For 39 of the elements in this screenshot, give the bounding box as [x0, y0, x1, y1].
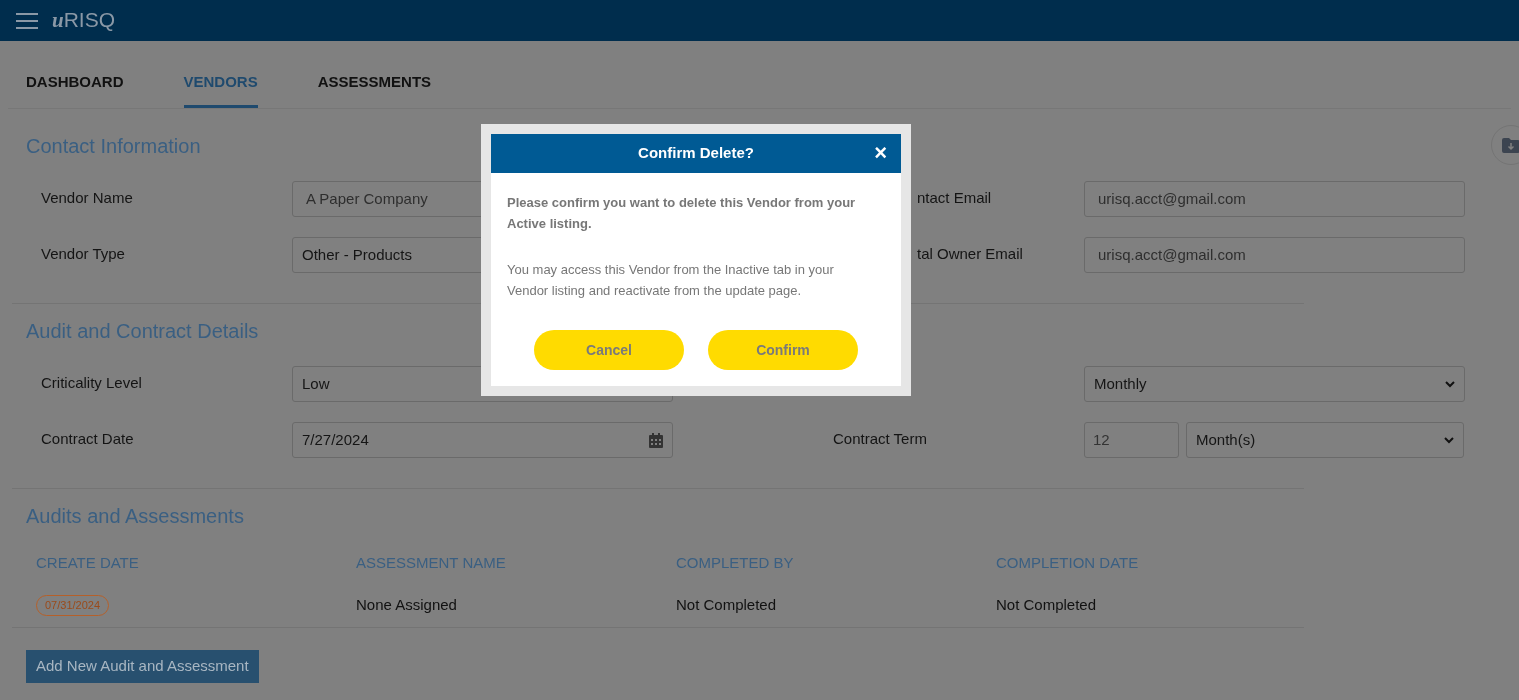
nav-tab[interactable]: ASSESSMENTS	[317, 70, 432, 108]
dialog-note: You may access this Vendor from the Inactive tab in your Vendor listing and reactivate from the update page.	[507, 261, 835, 300]
calendar-icon[interactable]	[649, 432, 663, 448]
date-field[interactable]: 7/27/2024	[292, 422, 673, 458]
dialog-button[interactable]: Cancel	[534, 330, 684, 370]
section-heading: Audit and Contract Details	[26, 319, 259, 344]
nav-tab[interactable]: VENDORS	[183, 70, 258, 108]
text-field[interactable]: urisq.acct@gmail.com	[1084, 237, 1465, 273]
field-label: ntact Email	[917, 189, 992, 206]
table-cell-text: Not Completed	[676, 595, 777, 616]
field-label: tal Owner Email	[917, 245, 1023, 262]
column-header: CREATE DATE	[36, 553, 139, 573]
field-label: Contract Date	[41, 430, 134, 447]
field-label: Vendor Name	[41, 189, 133, 206]
caret-icon	[1445, 380, 1455, 388]
column-header: COMPLETION DATE	[996, 553, 1139, 573]
section-heading: Contact Information	[26, 134, 201, 159]
app-logo: uRISQ	[52, 7, 116, 35]
text-field[interactable]: urisq.acct@gmail.com	[1084, 181, 1465, 217]
field-label: Criticality Level	[41, 374, 142, 391]
table-cell-text: Not Completed	[996, 595, 1097, 616]
field-label: Vendor Type	[41, 245, 125, 262]
dialog-button[interactable]: Confirm	[708, 330, 858, 370]
column-header: ASSESSMENT NAME	[356, 553, 506, 573]
table-cell-text: None Assigned	[356, 595, 457, 616]
menu-icon[interactable]	[16, 11, 38, 30]
nav-tab[interactable]: DASHBOARD	[26, 70, 124, 108]
folder-download-icon	[1502, 137, 1519, 153]
caret-icon	[1444, 436, 1454, 444]
dropdown[interactable]: Monthly	[1084, 366, 1465, 402]
section-heading: Audits and Assessments	[26, 504, 244, 529]
close-button[interactable]: ×	[874, 141, 887, 165]
dialog-message: Please confirm you want to delete this Vendor from your Active listing.	[507, 194, 857, 233]
dialog-title: Confirm Delete?	[638, 143, 754, 164]
dropdown[interactable]: Month(s)	[1186, 422, 1464, 458]
column-header: COMPLETED BY	[676, 553, 794, 573]
add-assessment-button[interactable]: Add New Audit and Assessment	[26, 650, 259, 683]
field-label: Contract Term	[833, 430, 927, 447]
number-field[interactable]: 12	[1084, 422, 1179, 458]
